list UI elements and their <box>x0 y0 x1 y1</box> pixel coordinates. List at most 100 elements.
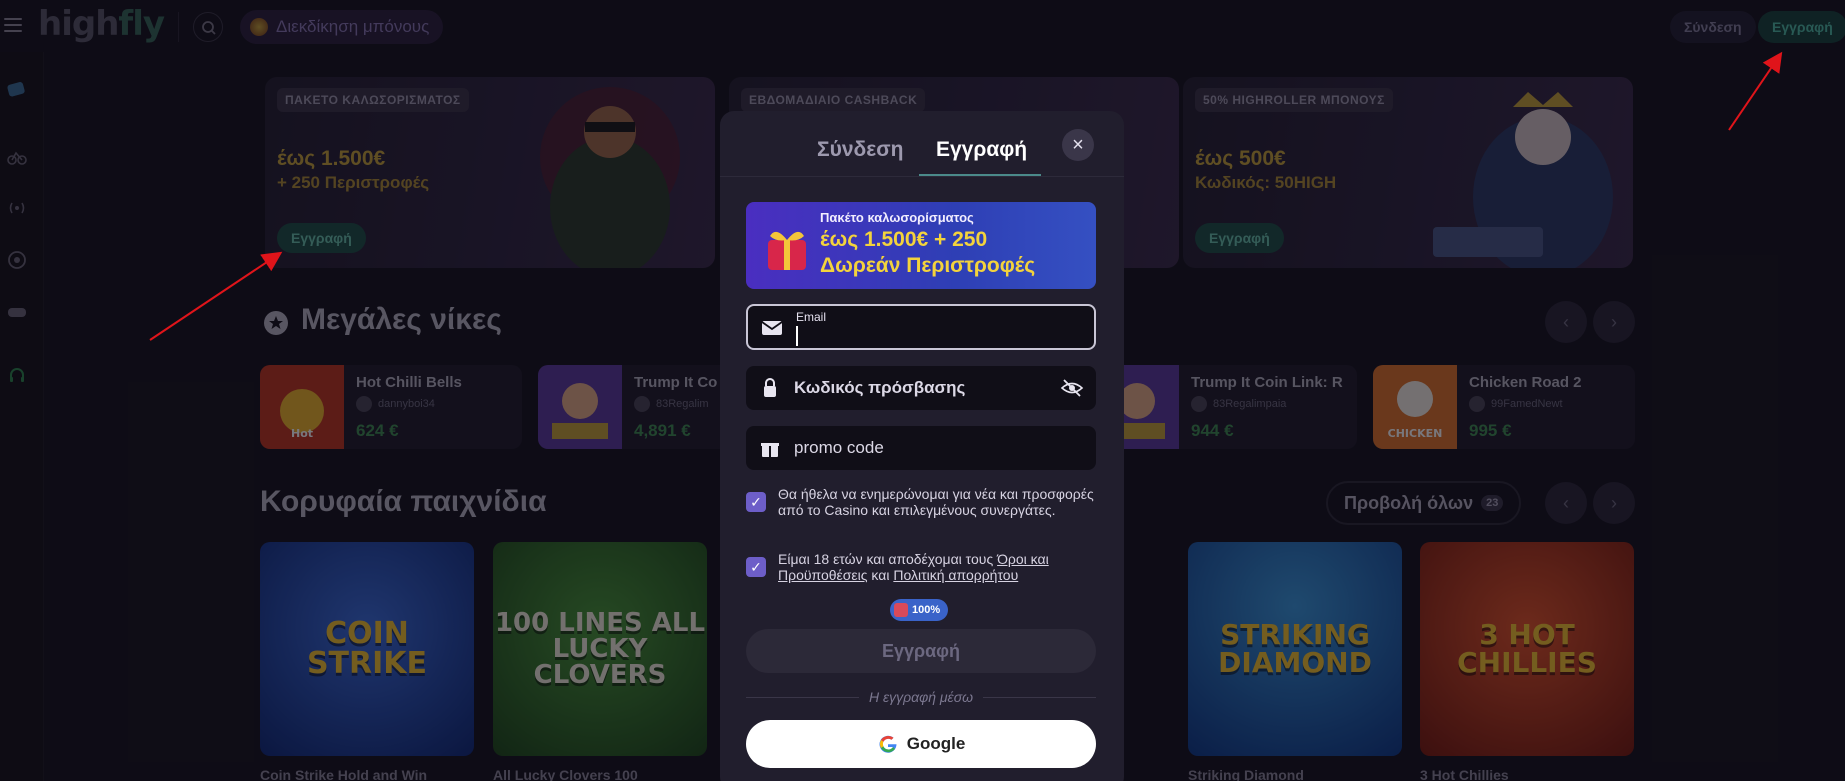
win-amount: 995 € <box>1469 421 1512 440</box>
search-button[interactable] <box>193 12 223 42</box>
game-caption: Coin Strike Hold and Win <box>260 767 428 781</box>
promo-code-field[interactable] <box>746 426 1096 470</box>
email-input[interactable] <box>796 326 1086 346</box>
active-tab-indicator <box>919 174 1041 176</box>
password-input[interactable] <box>794 366 1044 410</box>
promo-label: Πακέτο καλωσορίσματος <box>820 210 974 225</box>
gamepad-icon[interactable] <box>6 301 28 323</box>
game-tile-art: STRIKING DIAMOND <box>1218 618 1372 679</box>
checkmark-icon: ✓ <box>750 493 762 510</box>
chevron-left-icon: ‹ <box>1563 492 1569 513</box>
banner-subtitle: + 250 Περιστροφές <box>277 173 430 192</box>
banner-amount: έως 500€ <box>1195 147 1286 170</box>
win-user: dannyboi34 <box>356 396 435 412</box>
win-card[interactable]: CHICKEN Chicken Road 2 99FamedNewt 995 € <box>1373 365 1635 449</box>
newsletter-consent: ✓ Θα ήθελα να ενημερώνομαι για νέα και π… <box>746 486 1096 518</box>
avatar <box>1469 396 1485 412</box>
auth-modal: Σύνδεση Εγγραφή × Πακέτο καλωσορίσματος … <box>720 111 1124 781</box>
win-card[interactable]: Hot Hot Chilli Bells dannyboi34 624 € <box>260 365 522 449</box>
password-field[interactable] <box>746 366 1096 410</box>
tab-login[interactable]: Σύνδεση <box>817 138 903 162</box>
welcome-package-banner[interactable]: ΠΑΚΕΤΟ ΚΑΛΩΣΟΡΙΣΜΑΤΟΣ έως 1.500€ + 250 Π… <box>265 77 715 268</box>
game-tile[interactable]: STRIKING DIAMOND <box>1188 542 1402 756</box>
game-tile[interactable]: COIN STRIKE <box>260 542 474 756</box>
games-count-badge: 23 <box>1481 495 1504 511</box>
bonus-icon <box>250 18 268 36</box>
big-wins-title: Μεγάλες νίκες <box>301 303 502 336</box>
logo[interactable]: highfly <box>38 4 165 44</box>
promo-spins: Δωρεάν Περιστροφές <box>820 254 1036 277</box>
banner-register-button[interactable]: Εγγραφή <box>1195 223 1284 253</box>
game-tile[interactable]: 100 LINES ALL LUCKY CLOVERS <box>493 542 707 756</box>
big-wins-next-button[interactable]: › <box>1593 301 1635 343</box>
modal-tabs: Σύνδεση Εγγραφή × <box>720 111 1124 177</box>
banner-tag: 50% HIGHROLLER ΜΠΟΝΟΥΣ <box>1195 88 1393 112</box>
win-game-name: Trump It Co <box>634 374 718 391</box>
win-user: 99FamedNewt <box>1469 396 1563 412</box>
claim-bonus-button[interactable]: Διεκδίκηση μπόνους <box>240 10 444 44</box>
privacy-link[interactable]: Πολιτική απορρήτου <box>893 567 1018 583</box>
casino-chip-icon[interactable] <box>6 78 28 100</box>
banner-tag: ΠΑΚΕΤΟ ΚΑΛΩΣΟΡΙΣΜΑΤΟΣ <box>277 88 469 112</box>
tab-divider <box>720 176 1124 177</box>
valkyrie-illustration <box>1433 92 1613 268</box>
chevron-right-icon: › <box>1611 311 1617 332</box>
hot-chilli-bells-thumbnail: Hot <box>260 365 344 449</box>
tab-register[interactable]: Εγγραφή <box>936 138 1027 162</box>
eye-off-icon[interactable] <box>1060 378 1084 398</box>
chevron-right-icon: › <box>1611 492 1617 513</box>
banner-tag: ΕΒΔΟΜΑΔΙΑΙΟ CASHBACK <box>741 88 926 112</box>
svg-text:Hot: Hot <box>291 427 313 440</box>
terms-text: Είμαι 18 ετών και αποδέχομαι τους Όροι κ… <box>778 551 1049 583</box>
star-icon <box>264 311 288 335</box>
close-button[interactable]: × <box>1062 129 1094 161</box>
superhero-illustration <box>540 87 680 268</box>
win-amount: 944 € <box>1191 421 1234 440</box>
sidebar <box>0 52 44 781</box>
win-amount: 4,891 € <box>634 421 691 440</box>
register-button[interactable]: Εγγραφή <box>1758 11 1845 43</box>
win-game-name: Hot Chilli Bells <box>356 374 462 391</box>
checkmark-icon: ✓ <box>750 558 762 575</box>
top-games-next-button[interactable]: › <box>1593 482 1635 524</box>
win-game-name: Trump It Coin Link: R <box>1191 374 1343 391</box>
win-user: 83Regalimpaia <box>1191 396 1286 412</box>
promo-amount: έως 1.500€ + 250 <box>820 228 988 251</box>
newsletter-text: Θα ήθελα να ενημερώνομαι για νέα και προ… <box>778 486 1094 518</box>
divider <box>178 12 179 42</box>
live-broadcast-icon[interactable] <box>6 197 28 219</box>
google-signup-button[interactable]: Google <box>746 720 1096 768</box>
lock-icon <box>764 378 776 397</box>
claim-bonus-label: Διεκδίκηση μπόνους <box>276 17 430 36</box>
google-icon <box>879 735 897 753</box>
view-all-button[interactable]: Προβολή όλων 23 <box>1326 481 1522 525</box>
banner-amount: έως 1.500€ <box>277 147 386 170</box>
email-field[interactable]: Email <box>746 304 1096 350</box>
welcome-promo-box: Πακέτο καλωσορίσματος έως 1.500€ + 250 Δ… <box>746 202 1096 289</box>
banner-subtitle: Κωδικός: 50HIGH <box>1195 173 1337 192</box>
newsletter-checkbox[interactable]: ✓ <box>746 492 766 512</box>
svg-text:CHICKEN: CHICKEN <box>1388 427 1443 440</box>
terms-consent: ✓ Είμαι 18 ετών και αποδέχομαι τους Όροι… <box>746 551 1096 583</box>
promo-code-input[interactable] <box>794 426 1044 470</box>
register-submit-button[interactable]: Εγγραφή <box>746 629 1096 673</box>
login-button[interactable]: Σύνδεση <box>1670 11 1756 43</box>
game-tile[interactable]: 3 HOT CHILLIES <box>1420 542 1634 756</box>
chevron-left-icon: ‹ <box>1563 311 1569 332</box>
win-amount: 624 € <box>356 421 399 440</box>
progress-badge: 100% <box>890 599 949 621</box>
top-games-prev-button[interactable]: ‹ <box>1545 482 1587 524</box>
terms-checkbox[interactable]: ✓ <box>746 557 766 577</box>
football-icon[interactable] <box>6 249 28 271</box>
win-user: 83Regalim <box>634 396 709 412</box>
google-label: Google <box>906 734 966 753</box>
win-card[interactable]: Trump It Coin Link: R 83Regalimpaia 944 … <box>1095 365 1357 449</box>
big-wins-prev-button[interactable]: ‹ <box>1545 301 1587 343</box>
bike-icon[interactable] <box>6 145 28 167</box>
support-headset-icon[interactable] <box>6 365 28 387</box>
highroller-bonus-banner[interactable]: 50% HIGHROLLER ΜΠΟΝΟΥΣ έως 500€ Κωδικός:… <box>1183 77 1633 268</box>
envelope-icon <box>761 321 783 335</box>
game-tile-art: 3 HOT CHILLIES <box>1457 618 1597 679</box>
menu-icon[interactable] <box>4 18 22 32</box>
banner-register-button[interactable]: Εγγραφή <box>277 223 366 253</box>
